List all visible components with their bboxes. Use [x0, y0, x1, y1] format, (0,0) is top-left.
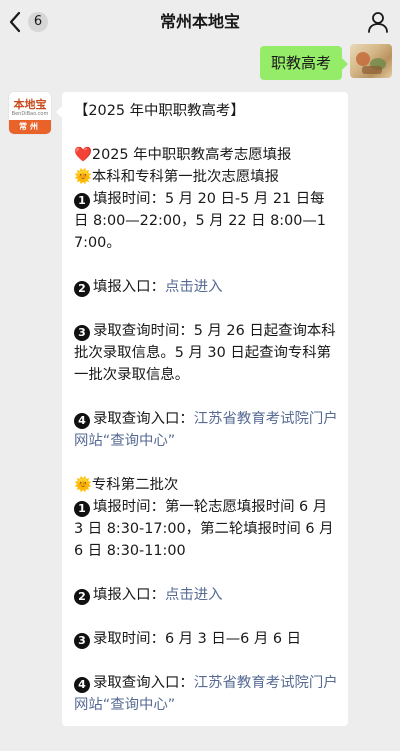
profile-button[interactable] — [366, 10, 390, 34]
outgoing-message-bubble[interactable]: 职教高考 — [259, 46, 349, 80]
list-item: 1 填报时间：5 月 20 日-5 月 21 日每日 8:00—22:00，5 月… — [74, 188, 338, 254]
person-icon — [366, 12, 390, 38]
nav-bar: 6 常州本地宝 — [0, 0, 400, 44]
list-item: 4 录取查询入口：江苏省教育考试院门户网站“查询中心” — [74, 672, 338, 716]
fill-entry-link[interactable]: 点击进入 — [165, 587, 223, 603]
avatar-logo-text: 本地宝 — [13, 98, 47, 111]
number-badge-icon: 4 — [74, 413, 90, 429]
fill-time-text: 填报时间：第一轮志愿填报时间 6 月 3 日 8:30-17:00，第二轮填报时… — [74, 499, 334, 559]
list-item: 2 填报入口：点击进入 — [74, 584, 338, 606]
number-badge-icon: 2 — [74, 589, 90, 605]
number-badge-icon: 4 — [74, 677, 90, 693]
list-item: 2 填报入口：点击进入 — [74, 276, 338, 298]
message-topic-line: ❤️2025 年中职职教高考志愿填报 — [74, 147, 292, 163]
avatar-city-label: 常州 — [9, 120, 51, 134]
number-badge-icon: 3 — [74, 633, 90, 649]
chevron-left-icon — [8, 11, 22, 33]
list-item: 4 录取查询入口：江苏省教育考试院门户网站“查询中心” — [74, 408, 338, 452]
admission-query-entry-label: 录取查询入口： — [93, 675, 194, 691]
fill-entry-label: 填报入口： — [93, 587, 165, 603]
admission-query-entry-label: 录取查询入口： — [93, 411, 194, 427]
section-title-batch-2: 🌞专科第二批次 — [74, 477, 179, 493]
section-title-batch-1: 🌞本科和专科第一批次志愿填报 — [74, 169, 279, 185]
number-badge-icon: 2 — [74, 281, 90, 297]
fill-time-text: 填报时间：5 月 20 日-5 月 21 日每日 8:00—22:00，5 月 … — [74, 191, 326, 251]
my-avatar[interactable] — [350, 44, 392, 78]
official-account-avatar[interactable]: 本地宝 BenDiBao.com 常州 — [9, 92, 51, 134]
number-badge-icon: 1 — [74, 501, 90, 517]
message-heading: 【2025 年中职职教高考】 — [74, 103, 245, 119]
number-badge-icon: 1 — [74, 193, 90, 209]
list-item: 1 填报时间：第一轮志愿填报时间 6 月 3 日 8:30-17:00，第二轮填报… — [74, 496, 338, 562]
fill-entry-label: 填报入口： — [93, 279, 165, 295]
number-badge-icon: 3 — [74, 325, 90, 341]
outgoing-message-row: 职教高考 — [259, 44, 392, 80]
unread-count-badge: 6 — [28, 12, 48, 32]
admission-time-text: 录取时间：6 月 3 日—6 月 6 日 — [93, 631, 301, 647]
chat-title: 常州本地宝 — [159, 12, 240, 31]
list-item: 3 录取时间：6 月 3 日—6 月 6 日 — [74, 628, 338, 650]
fill-entry-link[interactable]: 点击进入 — [165, 279, 223, 295]
avatar-logo-subtext: BenDiBao.com — [11, 111, 49, 117]
outgoing-message-text: 职教高考 — [270, 54, 331, 72]
admission-query-time-text: 录取查询时间：5 月 26 日起查询本科批次录取信息。5 月 30 日起查询专科… — [74, 323, 336, 383]
incoming-message-bubble[interactable]: 【2025 年中职职教高考】 ❤️2025 年中职职教高考志愿填报 🌞本科和专科… — [56, 92, 348, 726]
back-button[interactable]: 6 — [8, 8, 48, 36]
list-item: 3 录取查询时间：5 月 26 日起查询本科批次录取信息。5 月 30 日起查询专… — [74, 320, 338, 386]
